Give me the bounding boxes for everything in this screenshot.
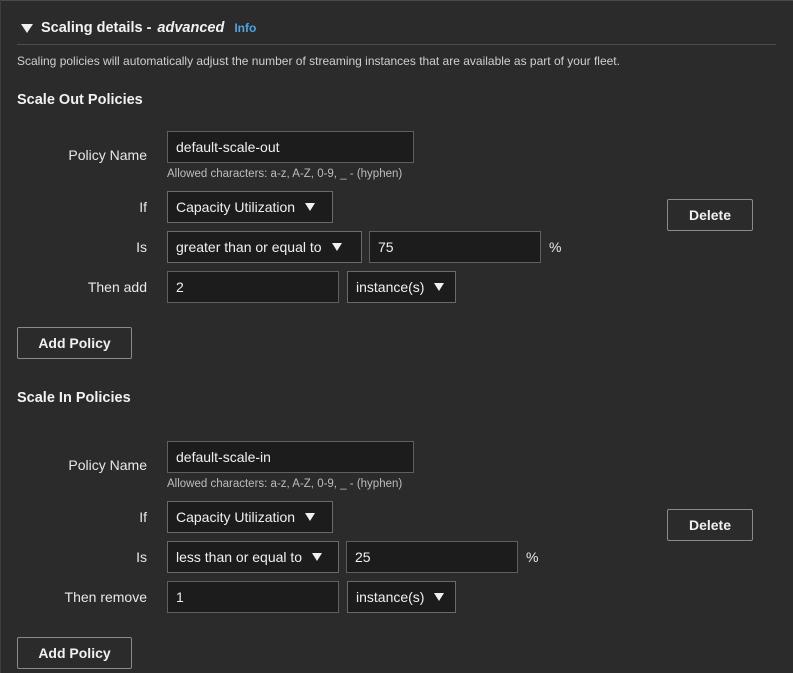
scale-out-delete-button[interactable]: Delete bbox=[667, 199, 753, 231]
scale-in-if-label: If bbox=[139, 509, 147, 525]
scale-out-comparison-select[interactable]: greater than or equal to bbox=[167, 231, 362, 263]
scale-out-is-label: Is bbox=[136, 239, 147, 255]
top-border bbox=[0, 0, 793, 1]
header-divider bbox=[17, 44, 776, 45]
scale-out-comparison-value: greater than or equal to bbox=[176, 239, 322, 255]
scale-out-policy-name-label: Policy Name bbox=[68, 147, 147, 163]
scale-out-then-label: Then add bbox=[87, 279, 147, 295]
scale-in-add-policy-button[interactable]: Add Policy bbox=[17, 637, 132, 669]
scale-in-unit-value: instance(s) bbox=[356, 589, 425, 605]
scale-in-policy-name-label: Policy Name bbox=[68, 457, 147, 473]
left-border bbox=[0, 0, 1, 673]
scale-out-if-label: If bbox=[139, 199, 147, 215]
scale-out-unit-value: instance(s) bbox=[356, 279, 425, 295]
caret-down-icon bbox=[305, 203, 316, 211]
scale-in-comparison-select[interactable]: less than or equal to bbox=[167, 541, 339, 573]
scale-in-metric-select[interactable]: Capacity Utilization bbox=[167, 501, 333, 533]
caret-down-icon bbox=[434, 593, 445, 601]
scale-out-add-policy-button[interactable]: Add Policy bbox=[17, 327, 132, 359]
scale-out-metric-value: Capacity Utilization bbox=[176, 199, 296, 215]
scale-out-amount-input[interactable]: 2 bbox=[167, 271, 339, 303]
scale-out-policy-name-input[interactable]: default-scale-out bbox=[167, 131, 414, 163]
advanced-label: advanced bbox=[157, 20, 225, 36]
caret-down-icon bbox=[331, 243, 342, 251]
info-link[interactable]: Info bbox=[234, 21, 256, 35]
scale-in-policy-name-input[interactable]: default-scale-in bbox=[167, 441, 414, 473]
scale-in-then-label: Then remove bbox=[64, 589, 147, 605]
scale-out-percent-sign: % bbox=[549, 239, 562, 255]
caret-down-icon bbox=[434, 283, 445, 291]
scale-in-amount-input[interactable]: 1 bbox=[167, 581, 339, 613]
scale-in-threshold-input[interactable]: 25 bbox=[346, 541, 518, 573]
caret-down-icon bbox=[305, 513, 316, 521]
scale-out-metric-select[interactable]: Capacity Utilization bbox=[167, 191, 333, 223]
scale-out-policy-name-hint: Allowed characters: a-z, A-Z, 0-9, _ - (… bbox=[167, 168, 403, 180]
section-description: Scaling policies will automatically adju… bbox=[17, 54, 620, 68]
caret-down-icon[interactable] bbox=[21, 23, 33, 33]
scaling-details-header[interactable]: Scaling details - advanced Info bbox=[21, 20, 256, 36]
scale-in-delete-button[interactable]: Delete bbox=[667, 509, 753, 541]
section-heading: Scaling details - bbox=[41, 20, 152, 36]
scale-out-unit-select[interactable]: instance(s) bbox=[347, 271, 456, 303]
scale-in-metric-value: Capacity Utilization bbox=[176, 509, 296, 525]
scale-in-comparison-value: less than or equal to bbox=[176, 549, 303, 565]
scale-in-policy-name-hint: Allowed characters: a-z, A-Z, 0-9, _ - (… bbox=[167, 478, 403, 490]
scale-out-threshold-input[interactable]: 75 bbox=[369, 231, 541, 263]
caret-down-icon bbox=[312, 553, 323, 561]
scale-in-unit-select[interactable]: instance(s) bbox=[347, 581, 456, 613]
scale-out-title: Scale Out Policies bbox=[17, 92, 143, 108]
scale-in-title: Scale In Policies bbox=[17, 390, 131, 406]
scale-in-percent-sign: % bbox=[526, 549, 539, 565]
scale-in-is-label: Is bbox=[136, 549, 147, 565]
